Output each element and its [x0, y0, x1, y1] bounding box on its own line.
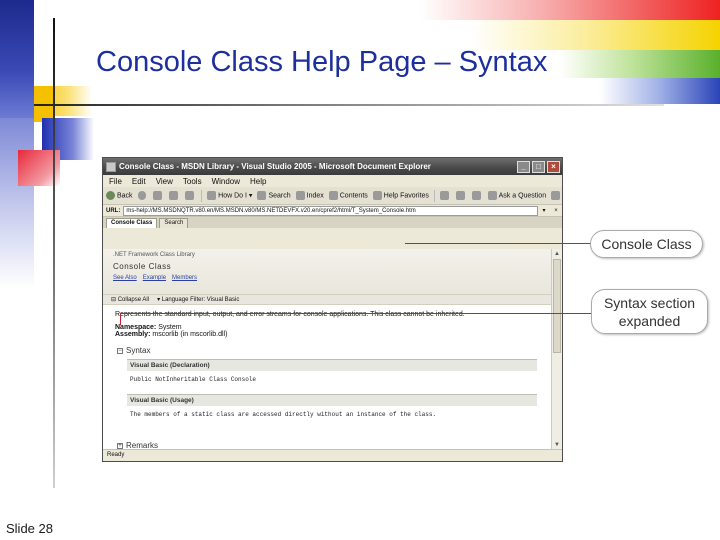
menu-tools[interactable]: Tools: [183, 177, 202, 186]
url-close-icon[interactable]: ×: [550, 208, 562, 214]
help-content: .NET Framework Class Library Console Cla…: [103, 249, 552, 450]
slide-number: Slide 28: [6, 521, 53, 536]
community-icon[interactable]: [551, 191, 560, 200]
window-title: Console Class - MSDN Library - Visual St…: [119, 162, 431, 171]
decor-horizontal-line: [34, 104, 664, 106]
ask-a-question-button[interactable]: Ask a Question: [487, 191, 546, 200]
url-dropdown-icon[interactable]: ▾: [538, 207, 550, 214]
menu-help[interactable]: Help: [250, 177, 266, 186]
declaration-heading: Visual Basic (Declaration): [127, 359, 537, 371]
callout-console-class: Console Class: [590, 230, 703, 258]
topic-banner: .NET Framework Class Library Console Cla…: [103, 249, 552, 295]
decor-vertical-line: [53, 18, 55, 488]
usage-block: Visual Basic (Usage) The members of a st…: [127, 394, 537, 423]
namespace-line: Namespace: System: [115, 324, 182, 331]
tab-search[interactable]: Search: [159, 218, 189, 228]
stop-icon[interactable]: [153, 191, 163, 200]
decor-top-red: [420, 0, 720, 20]
see-also-link[interactable]: See Also: [113, 275, 137, 281]
menu-edit[interactable]: Edit: [132, 177, 146, 186]
sync-contents-icon[interactable]: [455, 191, 465, 200]
menu-bar: File Edit View Tools Window Help: [103, 175, 562, 187]
toolbar-separator: [433, 189, 435, 202]
topic-body: Represents the standard input, output, a…: [103, 305, 552, 456]
contents-button[interactable]: Contents: [328, 191, 368, 200]
url-input[interactable]: ms-help://MS.MSDNQTR.v80.en/MS.MSDN.v80/…: [123, 205, 538, 216]
print-icon[interactable]: [471, 191, 481, 200]
scroll-thumb[interactable]: [553, 259, 561, 353]
how-do-i-icon: [207, 191, 217, 200]
search-icon: [257, 191, 267, 200]
decor-blue-bar: [0, 0, 34, 118]
topic-links: See Also Example Members: [113, 275, 542, 281]
app-icon: [106, 161, 116, 172]
vertical-scrollbar[interactable]: ▲ ▼: [551, 249, 562, 450]
url-bar: URL: ms-help://MS.MSDNQTR.v80.en/MS.MSDN…: [103, 205, 562, 217]
document-explorer-window: Console Class - MSDN Library - Visual St…: [102, 157, 563, 462]
breadcrumb[interactable]: .NET Framework Class Library: [113, 252, 542, 258]
declaration-block: Visual Basic (Declaration) Public NotInh…: [127, 359, 537, 388]
usage-heading: Visual Basic (Usage): [127, 394, 537, 406]
maximize-button[interactable]: □: [532, 160, 545, 173]
forward-arrow-icon[interactable]: [137, 191, 147, 200]
menu-window[interactable]: Window: [212, 177, 240, 186]
language-filter-dropdown[interactable]: ▾ Language Filter: Visual Basic: [157, 296, 239, 303]
collapse-all-button[interactable]: ⊟ Collapse All: [111, 296, 149, 303]
scroll-down-icon[interactable]: ▼: [553, 441, 561, 449]
status-bar: Ready: [103, 449, 562, 461]
ask-question-icon: [487, 191, 497, 200]
index-button[interactable]: Index: [295, 191, 324, 200]
declaration-code: Public NotInheritable Class Console: [130, 376, 257, 383]
members-link[interactable]: Members: [172, 275, 197, 281]
namespace-value[interactable]: System: [158, 324, 181, 331]
how-do-i-button[interactable]: How Do I ▾: [207, 191, 252, 200]
usage-code: The members of a static class are access…: [130, 411, 437, 418]
callout-leader-syntax: [120, 313, 592, 314]
decor-blue-fade: [0, 118, 34, 288]
decor-top-blue: [600, 78, 720, 104]
syntax-section-header[interactable]: − Syntax: [117, 346, 540, 355]
search-button[interactable]: Search: [257, 191, 291, 200]
home-icon[interactable]: [185, 191, 195, 200]
favorites-icon: [372, 191, 382, 200]
tab-console-class[interactable]: Console Class: [106, 218, 158, 228]
minimize-button[interactable]: _: [517, 160, 530, 173]
back-arrow-icon: [106, 191, 115, 200]
help-favorites-button[interactable]: Help Favorites: [372, 191, 429, 200]
topic-title: Console Class: [113, 262, 172, 271]
expand-section-icon[interactable]: +: [117, 442, 123, 449]
callout-syntax-expanded: Syntax section expanded: [591, 289, 708, 334]
scroll-up-icon[interactable]: ▲: [553, 250, 561, 258]
menu-view[interactable]: View: [156, 177, 173, 186]
collapse-section-icon[interactable]: −: [117, 347, 123, 354]
callout-leader-syntax-vertical: [120, 313, 121, 325]
collapse-icon: ⊟: [111, 297, 118, 303]
url-label: URL:: [106, 207, 121, 214]
callout-syntax-line2: expanded: [618, 313, 681, 329]
back-button[interactable]: Back: [106, 191, 133, 200]
syntax-heading: Syntax: [126, 346, 151, 355]
close-button[interactable]: ×: [547, 160, 560, 173]
contents-icon: [328, 191, 338, 200]
example-link[interactable]: Example: [143, 275, 166, 281]
menu-file[interactable]: File: [109, 177, 122, 186]
callout-leader-console-class: [405, 243, 591, 244]
callout-syntax-line1: Syntax section: [603, 295, 696, 311]
assembly-value: mscorlib (in mscorlib.dll): [152, 331, 228, 338]
refresh-icon[interactable]: [169, 191, 179, 200]
toolbar-separator: [201, 189, 203, 202]
window-titlebar: Console Class - MSDN Library - Visual St…: [103, 158, 562, 175]
decor-top-green: [560, 50, 720, 78]
add-favorite-icon[interactable]: [439, 191, 449, 200]
filter-bar: ⊟ Collapse All ▾ Language Filter: Visual…: [103, 295, 552, 305]
toolbar: Back How Do I ▾ Search Index Contents He…: [103, 187, 562, 205]
assembly-line: Assembly: mscorlib (in mscorlib.dll): [115, 331, 228, 338]
document-tabs: Console Class Search: [103, 217, 562, 228]
index-icon: [295, 191, 305, 200]
slide-title: Console Class Help Page – Syntax: [96, 46, 548, 78]
